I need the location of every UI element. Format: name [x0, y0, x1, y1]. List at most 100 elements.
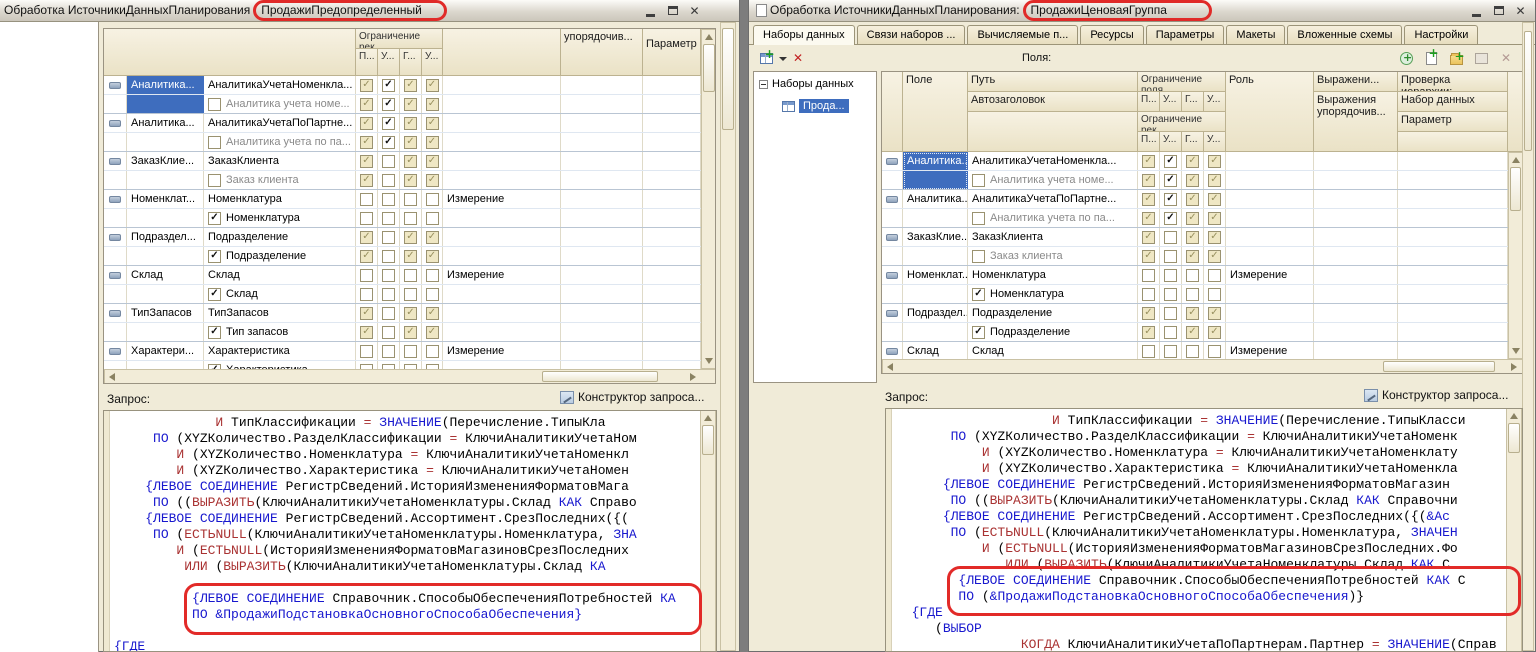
extra-cell[interactable] — [643, 209, 701, 227]
tab-наборы-данных[interactable]: Наборы данных — [753, 25, 855, 45]
path-checkbox[interactable] — [208, 136, 221, 149]
left-titlebar[interactable]: Обработка ИсточникиДанныхПланированияПро… — [0, 0, 739, 22]
limit-checkbox[interactable] — [426, 231, 439, 244]
limit-checkbox[interactable] — [1142, 155, 1155, 168]
limit-checkbox[interactable] — [404, 79, 417, 92]
limit-checkbox[interactable] — [382, 136, 395, 149]
path-checkbox[interactable] — [972, 288, 985, 301]
column-header-cb[interactable]: У... — [378, 49, 400, 76]
extra-cell[interactable] — [1314, 152, 1398, 170]
column-header-field-limit[interactable]: Ограничение поля — [1138, 72, 1226, 92]
path-cell[interactable]: Номенклатура — [968, 266, 1138, 284]
field-cell[interactable] — [903, 209, 968, 227]
path-cell[interactable]: ТипЗапасов — [204, 304, 356, 322]
group-collapse-cell[interactable] — [104, 114, 127, 132]
limit-checkbox[interactable] — [1186, 307, 1199, 320]
extra-cell[interactable] — [643, 95, 701, 113]
limit-checkbox[interactable] — [1142, 269, 1155, 282]
group-collapse-cell[interactable] — [104, 304, 127, 322]
role-cell[interactable]: Измерение — [1226, 342, 1314, 359]
limit-checkbox[interactable] — [404, 212, 417, 225]
limit-checkbox[interactable] — [1186, 269, 1199, 282]
group-collapse-cell[interactable] — [882, 304, 903, 322]
field-cell[interactable]: Аналитика... — [903, 152, 968, 170]
path-cell[interactable]: Аналитика учета по па... — [968, 209, 1138, 227]
limit-checkbox[interactable] — [1208, 174, 1221, 187]
column-header-cb[interactable]: У... — [422, 49, 443, 76]
limit-checkbox[interactable] — [426, 79, 439, 92]
field-cell[interactable] — [903, 247, 968, 265]
table-row[interactable]: Аналитика учета по па... — [882, 209, 1508, 228]
left-query-vscrollbar[interactable] — [700, 411, 716, 651]
column-header-cb[interactable]: У... — [1204, 132, 1226, 152]
limit-checkbox[interactable] — [1164, 326, 1177, 339]
limit-checkbox[interactable] — [1164, 155, 1177, 168]
table-row[interactable]: Аналитика...АналитикаУчетаНоменкла... — [104, 76, 701, 95]
column-header-cb[interactable]: П... — [356, 49, 378, 76]
extra-cell[interactable] — [643, 247, 701, 265]
add-dataset-dropdown-icon[interactable] — [779, 57, 787, 61]
path-checkbox[interactable] — [208, 98, 221, 111]
limit-checkbox[interactable] — [426, 345, 439, 358]
field-cell[interactable]: Подраздел... — [903, 304, 968, 322]
limit-checkbox[interactable] — [1208, 155, 1221, 168]
add-dataset-button[interactable] — [757, 49, 775, 67]
field-cell[interactable]: Склад — [903, 342, 968, 359]
role-cell[interactable] — [443, 304, 561, 322]
column-header-field[interactable]: Поле — [903, 72, 968, 152]
right-grid-vscrollbar[interactable] — [1508, 152, 1523, 359]
extra-cell[interactable] — [1314, 342, 1398, 359]
field-cell[interactable] — [127, 361, 204, 369]
field-cell[interactable] — [127, 133, 204, 151]
role-cell[interactable] — [443, 76, 561, 94]
limit-checkbox[interactable] — [360, 269, 373, 282]
limit-checkbox[interactable] — [1142, 174, 1155, 187]
path-checkbox[interactable] — [972, 174, 985, 187]
limit-checkbox[interactable] — [382, 174, 395, 187]
tab-макеты[interactable]: Макеты — [1226, 25, 1285, 44]
left-grid-hscrollbar[interactable] — [104, 369, 716, 384]
field-cell[interactable] — [127, 171, 204, 189]
right-form-vscrollbar[interactable] — [1522, 22, 1534, 651]
role-cell[interactable] — [1226, 209, 1314, 227]
extra-cell[interactable] — [643, 152, 701, 170]
path-cell[interactable]: Номенклатура — [204, 209, 356, 227]
add-table-button[interactable] — [1472, 49, 1490, 67]
field-cell[interactable] — [127, 95, 204, 113]
field-cell[interactable]: Характери... — [127, 342, 204, 360]
extra-cell[interactable] — [643, 285, 701, 303]
table-row[interactable]: СкладСкладИзмерение — [882, 342, 1508, 359]
role-cell[interactable]: Измерение — [443, 266, 561, 284]
limit-checkbox[interactable] — [404, 136, 417, 149]
field-cell[interactable]: Подраздел... — [127, 228, 204, 246]
limit-checkbox[interactable] — [426, 98, 439, 111]
limit-checkbox[interactable] — [382, 98, 395, 111]
column-header-cb[interactable]: Г... — [1182, 92, 1204, 112]
role-cell[interactable] — [1226, 247, 1314, 265]
limit-checkbox[interactable] — [426, 326, 439, 339]
role-cell[interactable] — [1226, 152, 1314, 170]
limit-checkbox[interactable] — [404, 117, 417, 130]
role-cell[interactable] — [1226, 171, 1314, 189]
limit-checkbox[interactable] — [382, 212, 395, 225]
table-row[interactable]: Аналитика...АналитикаУчетаПоПартне... — [104, 114, 701, 133]
limit-checkbox[interactable] — [1208, 345, 1221, 358]
delete-dataset-button[interactable] — [789, 49, 807, 67]
limit-checkbox[interactable] — [426, 136, 439, 149]
role-cell[interactable] — [1226, 190, 1314, 208]
group-collapse-cell[interactable] — [882, 342, 903, 359]
tab-настройки[interactable]: Настройки — [1404, 25, 1478, 44]
path-cell[interactable]: Склад — [204, 266, 356, 284]
right-query-editor[interactable]: И ТипКлассификации = ЗНАЧЕНИЕ(Перечислен… — [885, 408, 1523, 652]
extra-cell[interactable] — [643, 266, 701, 284]
limit-checkbox[interactable] — [404, 345, 417, 358]
field-cell[interactable] — [127, 247, 204, 265]
extra-cell[interactable] — [1398, 209, 1508, 227]
role-cell[interactable] — [443, 323, 561, 341]
path-checkbox[interactable] — [208, 250, 221, 263]
role-cell[interactable] — [1226, 304, 1314, 322]
field-cell[interactable]: Номенклат... — [127, 190, 204, 208]
role-cell[interactable] — [443, 152, 561, 170]
path-cell[interactable]: АналитикаУчетаНоменкла... — [968, 152, 1138, 170]
table-row[interactable]: Аналитика учета номе... — [104, 95, 701, 114]
